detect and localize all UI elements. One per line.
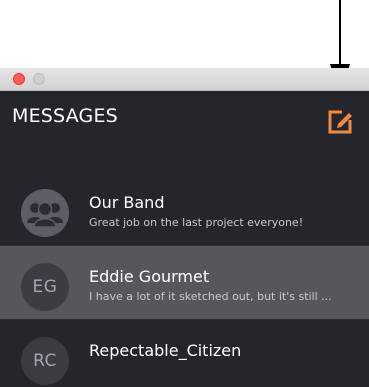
messages-window: MESSAGES Our Band Great job on the last … xyxy=(0,68,369,387)
compose-icon[interactable] xyxy=(325,107,355,137)
conversation-name: Repectable_Citizen xyxy=(89,341,242,360)
window-minimize-button[interactable] xyxy=(33,73,45,85)
group-icon xyxy=(21,189,69,237)
conversation-name: Our Band xyxy=(89,193,165,212)
conversation-item-repectable-citizen[interactable]: RC Repectable_Citizen xyxy=(0,320,369,387)
conversation-name: Eddie Gourmet xyxy=(89,267,210,286)
conversation-item-our-band[interactable]: Our Band Great job on the last project e… xyxy=(0,172,369,246)
group-avatar xyxy=(21,189,69,237)
window-titlebar xyxy=(0,68,369,91)
screenshot-stage: MESSAGES Our Band Great job on the last … xyxy=(0,0,369,387)
conversation-list: Our Band Great job on the last project e… xyxy=(0,172,369,387)
conversation-preview: I have a lot of it sketched out, but it'… xyxy=(89,290,332,303)
avatar: RC xyxy=(21,337,69,385)
window-close-button[interactable] xyxy=(13,73,25,85)
conversation-item-eddie-gourmet[interactable]: EG Eddie Gourmet I have a lot of it sket… xyxy=(0,246,369,320)
avatar: EG xyxy=(21,263,69,311)
page-title: MESSAGES xyxy=(12,105,118,127)
messages-header: MESSAGES xyxy=(0,91,369,141)
conversation-preview: Great job on the last project everyone! xyxy=(89,216,304,229)
